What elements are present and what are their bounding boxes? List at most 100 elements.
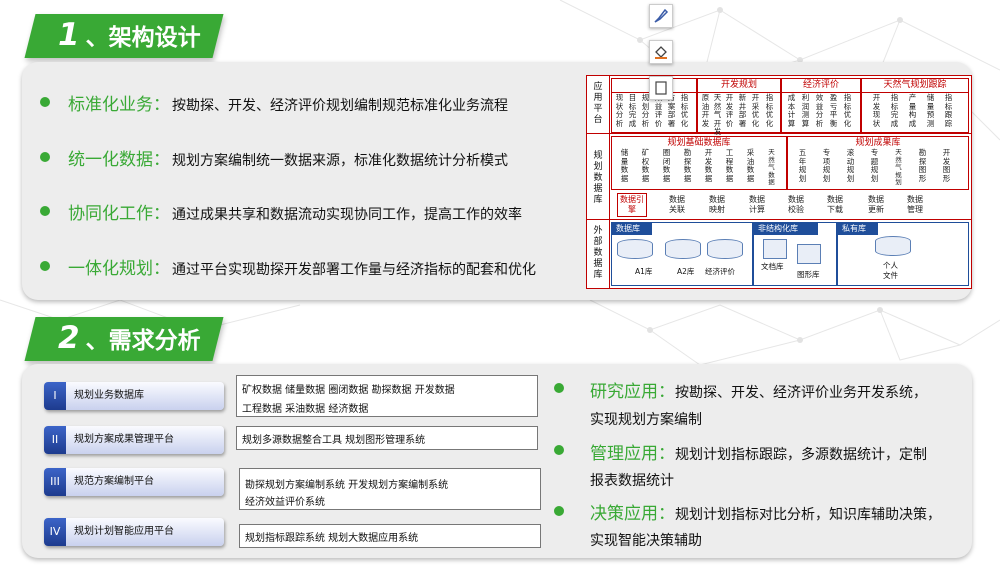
module-title: 开发规划: [698, 79, 780, 93]
req-row-line: 规划指标跟踪系统 规划大数据应用系统: [245, 533, 419, 544]
req-bullet-text: 规划计划指标跟踪，多源数据统计，定制: [675, 447, 927, 463]
result-db-item: 滚动规划: [846, 148, 855, 183]
section-1-number: 1: [58, 17, 80, 53]
db-item: A1库: [635, 267, 653, 276]
req-row-number: III: [44, 468, 66, 496]
fill-icon[interactable]: [649, 40, 673, 64]
req-bullet-research: 研究应用：按勘探、开发、经济评价业务开发系统，: [590, 377, 927, 402]
req-row-tab[interactable]: II 规划方案成果管理平台: [44, 426, 224, 454]
architecture-diagram: 应用平台 规划数据库 外部数据库 勘 现状分析 目标完成 规划分析 效益评价 方…: [586, 75, 972, 289]
module-item: 开发现状: [872, 93, 881, 128]
req-row-content: 勘探规划方案编制系统 开发规划方案编制系统 经济效益评价系统: [239, 468, 541, 510]
engine-item: 数据管理: [907, 195, 923, 214]
engine-item: 数据下载: [827, 195, 843, 214]
bullet-integrated: 一体化规划： 通过平台实现勘探开发部署工作量与经济指标的配套和优化: [68, 254, 536, 279]
req-row-line: 经济效益评价系统: [245, 497, 325, 508]
layer-divider: [587, 133, 971, 134]
app-module-gas-tracking: 天然气规划跟踪 开发现状 指标完成 产量构成 储量预测 指标跟踪: [861, 78, 969, 133]
brush-icon[interactable]: [649, 4, 673, 28]
engine-item: 数据校验: [788, 195, 804, 214]
bullet-dot: [40, 261, 50, 271]
bullet-unified: 统一化数据： 规划方案编制统一数据来源，标准化数据统计分析模式: [68, 145, 508, 170]
result-db-item: 开发图形: [942, 148, 951, 183]
base-db-item: 勘探数据: [683, 148, 692, 183]
base-db-item: 工程数据: [725, 148, 734, 183]
section-2-number: 2: [58, 320, 80, 356]
req-row-tab[interactable]: III 规范方案编制平台: [44, 468, 224, 496]
module-item: 开采优化: [751, 93, 760, 128]
bullet-dot: [40, 206, 50, 216]
database-icon: [665, 239, 701, 259]
req-row-tab[interactable]: I 规划业务数据库: [44, 382, 224, 410]
req-row-line: 矿权数据 储量数据 圈闭数据 勘探数据 开发数据: [242, 385, 455, 396]
nonstruct-item: 图形库: [797, 270, 820, 279]
layer-label-plan-db: 规划数据库: [593, 151, 603, 205]
module-item: 开发评价: [725, 93, 734, 128]
module-title: 天然气规划跟踪: [862, 79, 968, 93]
bullet-text: 规划方案编制统一数据来源，标准化数据统计分析模式: [172, 153, 508, 169]
bullet-text: 通过平台实现勘探开发部署工作量与经济指标的配套和优化: [172, 262, 536, 278]
module-item: 指标优化: [843, 93, 852, 128]
req-row-label: 规划业务数据库: [74, 390, 144, 401]
req-bullet-head: 决策应用：: [590, 504, 675, 524]
bullet-head: 协同化工作：: [68, 204, 170, 224]
module-item: 目标完成: [628, 93, 637, 128]
module-item: 盈亏平衡: [829, 93, 838, 128]
layer-label-app: 应用平台: [593, 82, 603, 125]
req-bullet-head: 研究应用：: [590, 382, 675, 402]
data-engine-label: 数据引擎: [620, 195, 644, 214]
bullet-text: 通过成果共享和数据流动实现协同工作，提高工作的效率: [172, 207, 522, 223]
app-module-development: 开发规划 原油开发 天然气开发 开发评价 新井部署 开采优化 指标优化: [697, 78, 781, 136]
module-item: 指标跟踪: [944, 93, 953, 128]
module-item: 指标完成: [890, 93, 899, 128]
bullet-head: 一体化规划：: [68, 259, 170, 279]
req-bullet-decision-cont: 实现智能决策辅助: [590, 533, 702, 549]
section-2-title: 2 、需求分析: [58, 320, 201, 356]
bullet-dot: [554, 445, 564, 455]
database-icon: [707, 239, 743, 259]
base-db-item: 圈闭数据: [662, 148, 671, 183]
private-item: 文件: [883, 271, 898, 280]
db-item: A2库: [677, 267, 695, 276]
engine-item: 数据更新: [868, 195, 884, 214]
layer-divider: [587, 219, 971, 220]
base-db-item: 矿权数据: [641, 148, 650, 183]
bullet-dot: [554, 383, 564, 393]
app-module-economic: 经济评价 成本计算 利润测算 效益分析 盈亏平衡 指标优化: [781, 78, 861, 133]
graphic-icon: [797, 244, 821, 264]
layer-column-divider: [609, 76, 610, 288]
req-row-line: 工程数据 采油数据 经济数据: [242, 404, 369, 415]
bullet-dot: [554, 506, 564, 516]
document-icon: [763, 239, 787, 259]
result-db-item: 专题规划: [870, 148, 879, 183]
plan-base-db: 规划基础数据库 储量数据 矿权数据 圈闭数据 勘探数据 开发数据 工程数据 采油…: [611, 136, 787, 190]
req-row-tab[interactable]: IV 规划计划智能应用平台: [44, 518, 224, 546]
module-item: 原油开发: [701, 93, 710, 128]
req-row-number: IV: [44, 518, 66, 546]
req-bullet-text: 按勘探、开发、经济评价业务开发系统，: [675, 385, 927, 401]
section-1-label: 、架构设计: [85, 25, 201, 51]
page-icon[interactable]: [649, 76, 673, 100]
nonstruct-group-title: 非结构化库: [754, 223, 818, 235]
base-db-item: 储量数据: [620, 148, 629, 183]
req-row-label: 规划计划智能应用平台: [74, 526, 174, 537]
req-bullet-text: 规划计划指标对比分析，知识库辅助决策，: [675, 507, 941, 523]
data-engine-box: 数据引擎: [617, 193, 647, 217]
req-row-label: 规划方案成果管理平台: [74, 434, 174, 445]
engine-item: 数据计算: [749, 195, 765, 214]
engine-item: 数据映射: [709, 195, 725, 214]
module-item: 储量预测: [926, 93, 935, 128]
req-bullet-research-cont: 实现规划方案编制: [590, 412, 702, 428]
module-item: 天然气开发: [713, 93, 722, 137]
section-1-title: 1 、架构设计: [58, 17, 201, 53]
req-row-content: 矿权数据 储量数据 圈闭数据 勘探数据 开发数据 工程数据 采油数据 经济数据: [236, 375, 538, 417]
section-2-label: 、需求分析: [85, 328, 201, 354]
layer-label-external-db: 外部数据库: [593, 226, 603, 280]
nonstruct-item: 文档库: [761, 262, 784, 271]
module-item: 产量构成: [908, 93, 917, 128]
base-db-title: 规划基础数据库: [667, 138, 731, 148]
module-item: 现状分析: [615, 93, 624, 128]
req-row-number: I: [44, 382, 66, 410]
result-db-item: 五年规划: [798, 148, 807, 183]
req-bullet-decision: 决策应用：规划计划指标对比分析，知识库辅助决策，: [590, 499, 941, 524]
